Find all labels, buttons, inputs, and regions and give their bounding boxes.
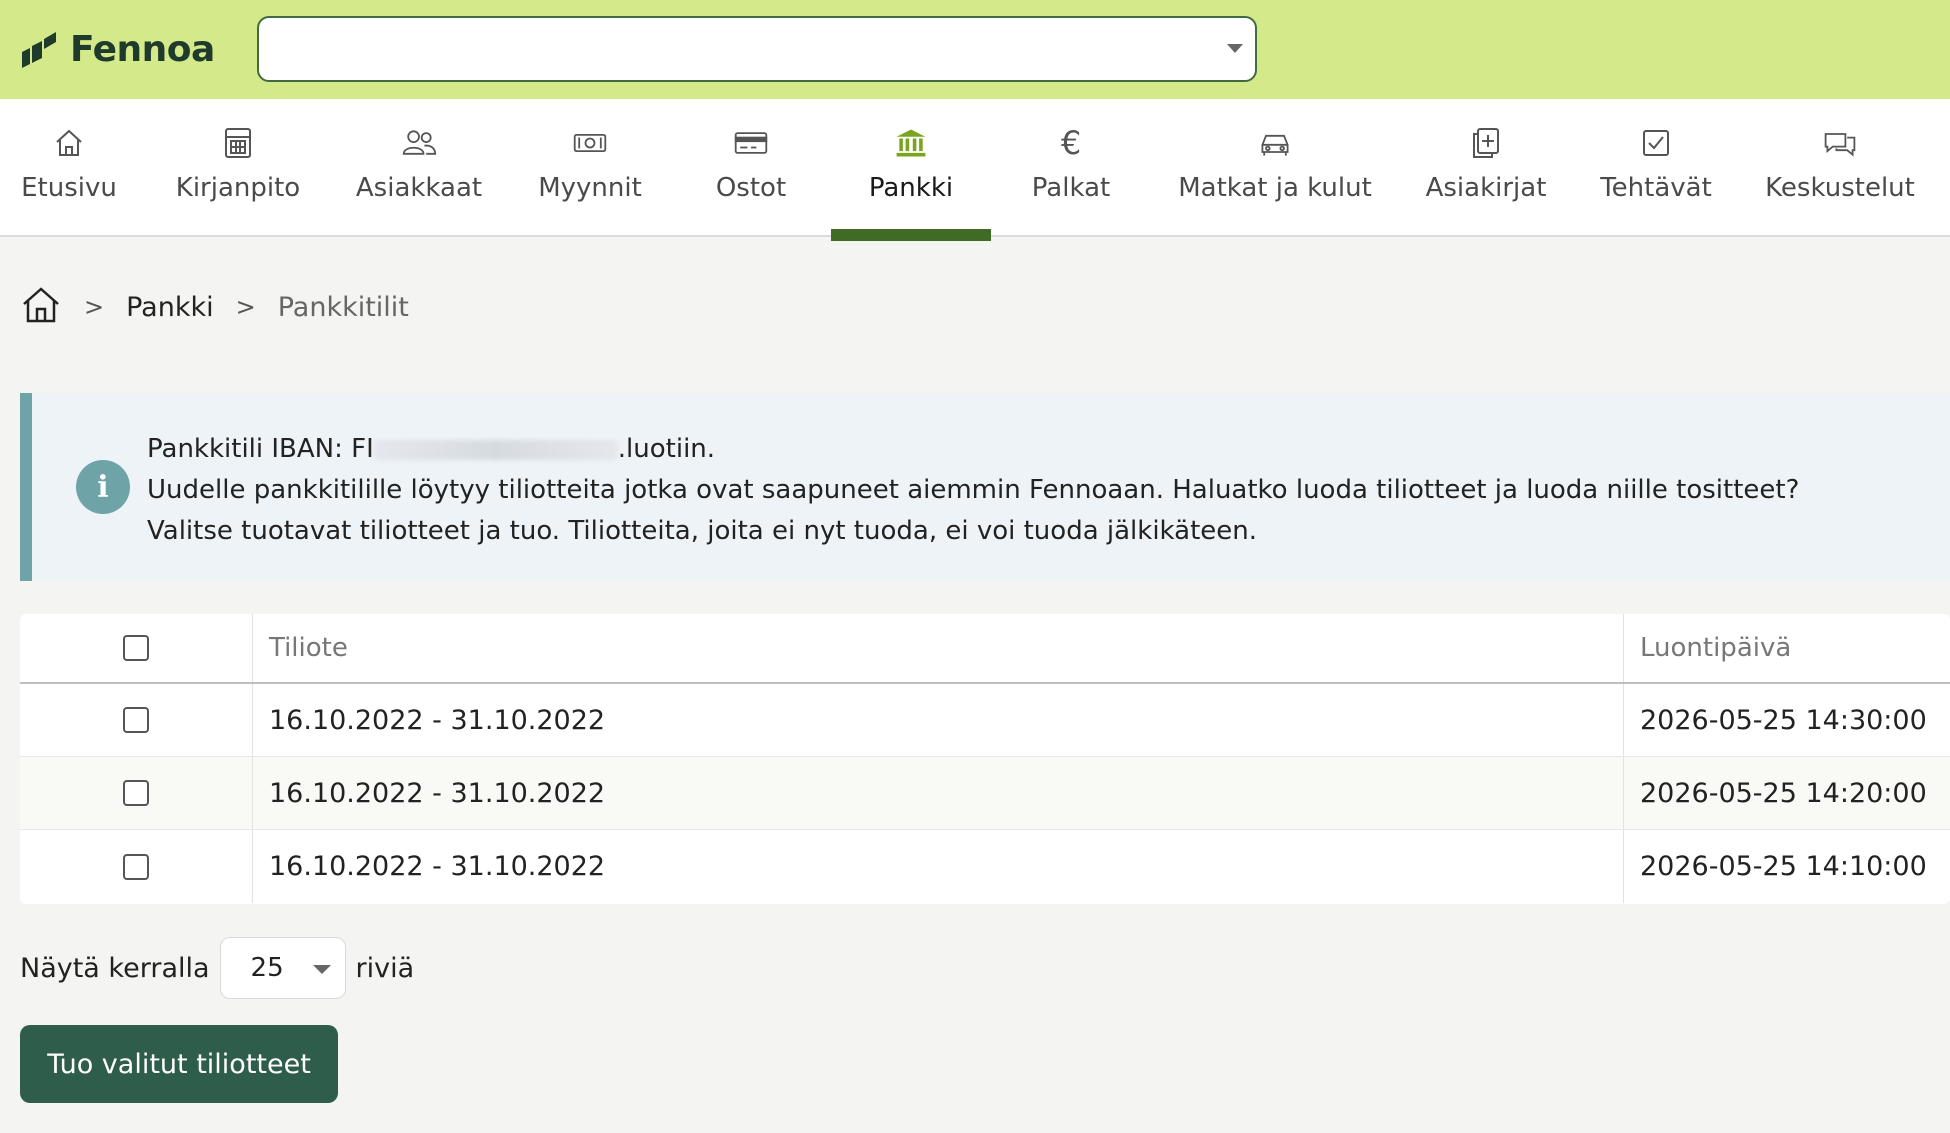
nav-label: Kirjanpito	[175, 173, 301, 203]
nav-label: Etusivu	[21, 173, 117, 203]
info-line-3: Valitse tuotavat tiliotteet ja tuo. Tili…	[147, 516, 1258, 546]
info-iban-prefix: Pankkitili IBAN: FI	[147, 434, 374, 464]
select-all-cell	[20, 614, 253, 682]
info-iban-suffix: .luotiin.	[617, 434, 716, 464]
row-checkbox[interactable]	[123, 707, 149, 733]
nav-item-palkat[interactable]: € Palkat	[1032, 99, 1110, 237]
cell-luontipaiva: 2026-05-25 14:20:00	[1640, 777, 1927, 809]
nav-item-etusivu[interactable]: Etusivu	[20, 99, 118, 237]
chevron-down-icon	[1227, 44, 1243, 53]
nav-label: Asiakirjat	[1425, 173, 1547, 203]
breadcrumb-pankkitilit: Pankkitilit	[277, 291, 409, 323]
car-icon	[1255, 123, 1295, 163]
breadcrumb-separator: >	[235, 293, 256, 321]
table-row[interactable]: 16.10.2022 - 31.10.2022 2026-05-25 14:10…	[20, 830, 1950, 903]
info-icon: i	[76, 460, 130, 514]
page-size-control: Näytä kerralla 25 riviä	[20, 937, 414, 999]
nav-label: Matkat ja kulut	[1178, 173, 1372, 203]
info-notice: i Pankkitili IBAN: FI .luotiin. Uudelle p…	[20, 393, 1950, 581]
breadcrumb: > Pankki > Pankkitilit	[20, 282, 409, 332]
chat-icon	[1820, 123, 1860, 163]
info-line-2: Uudelle pankkitilille löytyy tiliotteita…	[147, 475, 1800, 505]
nav-label: Myynnit	[538, 173, 642, 203]
table-row[interactable]: 16.10.2022 - 31.10.2022 2026-05-25 14:20…	[20, 757, 1950, 830]
page-size-value: 25	[250, 953, 284, 983]
documents-add-icon	[1466, 123, 1506, 163]
nav-item-ostot[interactable]: Ostot	[710, 99, 792, 237]
fennoa-logo[interactable]: Fennoa	[18, 26, 215, 72]
chevron-down-icon	[312, 965, 331, 974]
page-size-suffix: riviä	[355, 952, 415, 984]
import-selected-statements-button[interactable]: Tuo valitut tiliotteet	[20, 1025, 338, 1103]
credit-card-icon	[731, 123, 771, 163]
page-size-prefix: Näytä kerralla	[20, 952, 210, 984]
home-icon	[49, 123, 89, 163]
table-row[interactable]: 16.10.2022 - 31.10.2022 2026-05-25 14:30…	[20, 684, 1950, 757]
row-checkbox[interactable]	[123, 780, 149, 806]
row-select-cell	[20, 684, 253, 756]
nav-item-tehtavat[interactable]: Tehtävät	[1600, 99, 1712, 237]
main-nav: Etusivu Kirjanpito Asiakkaat Myynnit Ost…	[0, 99, 1950, 237]
bank-icon	[891, 123, 931, 163]
nav-label: Palkat	[1031, 173, 1111, 203]
nav-item-matkat-ja-kulut[interactable]: Matkat ja kulut	[1178, 99, 1372, 237]
euro-icon: €	[1060, 124, 1082, 162]
column-header-tiliote[interactable]: Tiliote	[253, 614, 1624, 682]
statements-table: Tiliote Luontipäivä 16.10.2022 - 31.10.2…	[20, 614, 1950, 904]
nav-item-pankki[interactable]: Pankki	[831, 99, 991, 237]
nav-label: Asiakkaat	[355, 173, 483, 203]
info-line-1: Pankkitili IBAN: FI .luotiin.	[147, 429, 1799, 470]
nav-item-asiakkaat[interactable]: Asiakkaat	[356, 99, 482, 237]
nav-item-asiakirjat[interactable]: Asiakirjat	[1425, 99, 1547, 237]
nav-item-keskustelut[interactable]: Keskustelut	[1765, 99, 1915, 237]
cell-tiliote: 16.10.2022 - 31.10.2022	[253, 757, 1624, 829]
column-header-luontipaiva[interactable]: Luontipäivä	[1624, 614, 1950, 682]
cell-tiliote: 16.10.2022 - 31.10.2022	[253, 684, 1624, 756]
cell-tiliote: 16.10.2022 - 31.10.2022	[253, 830, 1624, 903]
calculator-icon	[218, 123, 258, 163]
row-select-cell	[20, 830, 253, 903]
fennoa-logo-mark-icon	[22, 32, 56, 68]
brand-name: Fennoa	[70, 28, 215, 70]
select-all-checkbox[interactable]	[123, 635, 149, 661]
redacted-iban	[373, 439, 618, 460]
nav-label: Tehtävät	[1600, 173, 1712, 203]
breadcrumb-pankki[interactable]: Pankki	[126, 292, 214, 323]
nav-item-myynnit[interactable]: Myynnit	[538, 99, 642, 237]
row-checkbox[interactable]	[123, 853, 149, 880]
banknote-icon	[570, 123, 610, 163]
users-icon	[399, 123, 439, 163]
top-bar: Fennoa	[0, 0, 1950, 99]
cell-luontipaiva: 2026-05-25 14:10:00	[1640, 851, 1927, 882]
breadcrumb-separator: >	[84, 293, 105, 321]
row-select-cell	[20, 757, 253, 829]
info-text: Pankkitili IBAN: FI .luotiin. Uudelle pan…	[147, 429, 1799, 552]
company-select[interactable]	[257, 16, 1257, 82]
nav-item-kirjanpito[interactable]: Kirjanpito	[175, 99, 301, 237]
checkbox-icon	[1636, 123, 1676, 163]
table-header: Tiliote Luontipäivä	[20, 614, 1950, 684]
nav-label: Keskustelut	[1765, 173, 1915, 203]
home-icon[interactable]	[20, 284, 62, 330]
nav-label: Pankki	[868, 173, 954, 203]
cell-luontipaiva: 2026-05-25 14:30:00	[1640, 704, 1927, 736]
nav-label: Ostot	[715, 173, 787, 203]
page-size-select[interactable]: 25	[219, 937, 346, 999]
